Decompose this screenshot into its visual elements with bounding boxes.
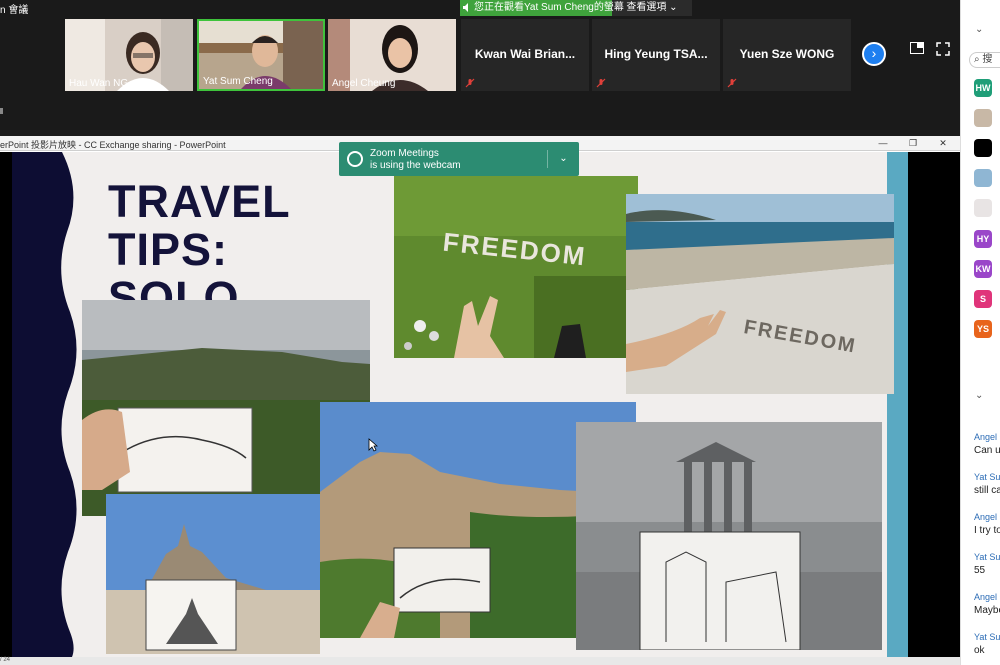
participant-avatar[interactable]: KW: [974, 260, 992, 278]
page-indicator: / 24: [0, 657, 11, 663]
chat-sender: Angel C: [974, 592, 1000, 602]
photo-mont-saint-michel: [106, 494, 320, 654]
top-strip: n 會議 您正在觀看Yat Sum Cheng的螢幕 查看選項 ⌄: [0, 0, 960, 16]
participant-tile[interactable]: Hing Yeung TSA...: [592, 19, 720, 91]
participant-avatar[interactable]: [974, 139, 992, 157]
slide-left-wave-bar: [12, 152, 77, 657]
notification-title: Zoom Meetings: [370, 148, 439, 159]
chevron-down-icon[interactable]: ⌄: [975, 390, 983, 401]
notification-body: is using the webcam: [370, 160, 461, 171]
chat-message: I try to: [974, 525, 1000, 536]
participant-avatar[interactable]: HW: [974, 79, 992, 97]
participant-avatar[interactable]: YS: [974, 320, 992, 338]
participant-name: Kwan Wai Brian...: [474, 47, 576, 61]
participant-search-input[interactable]: ⌕ 搜: [969, 52, 1000, 68]
participant-name: Yat Sum Cheng: [203, 76, 273, 87]
chat-message: still ca: [974, 485, 1000, 496]
participant-avatar[interactable]: [974, 169, 992, 187]
webcam-icon: [347, 151, 363, 167]
resize-handle[interactable]: [0, 108, 3, 114]
chat-message: Can u: [974, 445, 1000, 456]
participant-avatar[interactable]: [974, 109, 992, 127]
chat-message: 55: [974, 565, 986, 576]
slide: TRAVEL TIPS: SOLO TRAVEL FREEDOM: [12, 152, 908, 657]
minimize-icon[interactable]: —: [876, 137, 890, 149]
muted-mic-icon: [465, 78, 475, 88]
right-side-panel: ⌄ ⌕ 搜 HW HY KW S YS ⌄ Angel C Can u Yat Sun sti…: [960, 0, 1000, 665]
chat-message: ok: [974, 645, 985, 656]
participant-avatar[interactable]: HY: [974, 230, 992, 248]
chevron-down-icon[interactable]: ⌄: [975, 24, 983, 35]
chat-sender: Angel C: [974, 512, 1000, 522]
share-banner-text: 您正在觀看Yat Sum Cheng的螢幕: [474, 2, 624, 13]
slide-title-line: TRAVEL TIPS:: [108, 176, 290, 275]
gallery-divider: [0, 96, 960, 136]
participant-tile[interactable]: Hau Wan NG: [65, 19, 193, 91]
participant-avatar[interactable]: [974, 199, 992, 217]
chat-message: Maybe: [974, 605, 1000, 616]
restore-icon[interactable]: ❐: [906, 137, 920, 149]
photo-freedom-grass: FREEDOM: [394, 176, 638, 358]
video-gallery: Hau Wan NG Yat Sum Cheng Angel Cheung Kw…: [0, 16, 960, 96]
chat-sender: Angel C: [974, 432, 1000, 442]
search-icon: ⌕: [974, 54, 980, 65]
chat-sender: Yat Sun: [974, 632, 1000, 642]
participant-name: Hau Wan NG: [69, 78, 129, 89]
muted-mic-icon: [596, 78, 606, 88]
photo-edinburgh-monument: [576, 422, 882, 650]
participant-tile[interactable]: Kwan Wai Brian...: [461, 19, 589, 91]
chat-sender: Yat Sun: [974, 552, 1000, 562]
ppt-window-title: erPoint 投影片放映 - CC Exchange sharing - Po…: [0, 140, 226, 150]
mouse-pointer-icon: [368, 438, 378, 452]
muted-mic-icon: [727, 78, 737, 88]
participant-tile-active-speaker[interactable]: Yat Sum Cheng: [197, 19, 325, 91]
chevron-right-icon: ›: [871, 45, 877, 61]
share-banner: 您正在觀看Yat Sum Cheng的螢幕 查看選項 ⌄: [460, 0, 692, 16]
fullscreen-icon[interactable]: [936, 42, 950, 56]
participant-tile[interactable]: Yuen Sze WONG: [723, 19, 851, 91]
ppt-statusbar: / 24: [0, 657, 960, 665]
viewing-share-label: 您正在觀看Yat Sum Cheng的螢幕: [460, 0, 624, 16]
webcam-notification[interactable]: Zoom Meetings is using the webcam ⌄: [339, 142, 579, 176]
slide-viewport: TRAVEL TIPS: SOLO TRAVEL FREEDOM: [0, 152, 960, 657]
gallery-layout-icon[interactable]: [910, 42, 924, 54]
photo-freedom-beach: FREEDOM: [626, 194, 894, 394]
participant-tile[interactable]: Angel Cheung: [328, 19, 456, 91]
search-placeholder: 搜: [982, 54, 993, 65]
shared-powerpoint-window: erPoint 投影片放映 - CC Exchange sharing - Po…: [0, 136, 960, 665]
next-page-button[interactable]: ›: [862, 42, 886, 66]
speaker-icon: [463, 3, 472, 13]
chat-sender: Yat Sun: [974, 472, 1000, 482]
zoom-meeting-window: n 會議 您正在觀看Yat Sum Cheng的螢幕 查看選項 ⌄ Hau Wa…: [0, 0, 1000, 665]
close-icon[interactable]: ✕: [936, 137, 950, 149]
participant-name: Yuen Sze WONG: [739, 47, 835, 61]
view-options-button[interactable]: 查看選項 ⌄: [612, 0, 692, 16]
participant-name: Angel Cheung: [332, 78, 396, 89]
meeting-title: n 會議: [0, 5, 29, 16]
participant-avatar[interactable]: S: [974, 290, 992, 308]
participant-name: Hing Yeung TSA...: [604, 47, 708, 61]
chevron-down-icon[interactable]: ⌄: [547, 150, 579, 168]
